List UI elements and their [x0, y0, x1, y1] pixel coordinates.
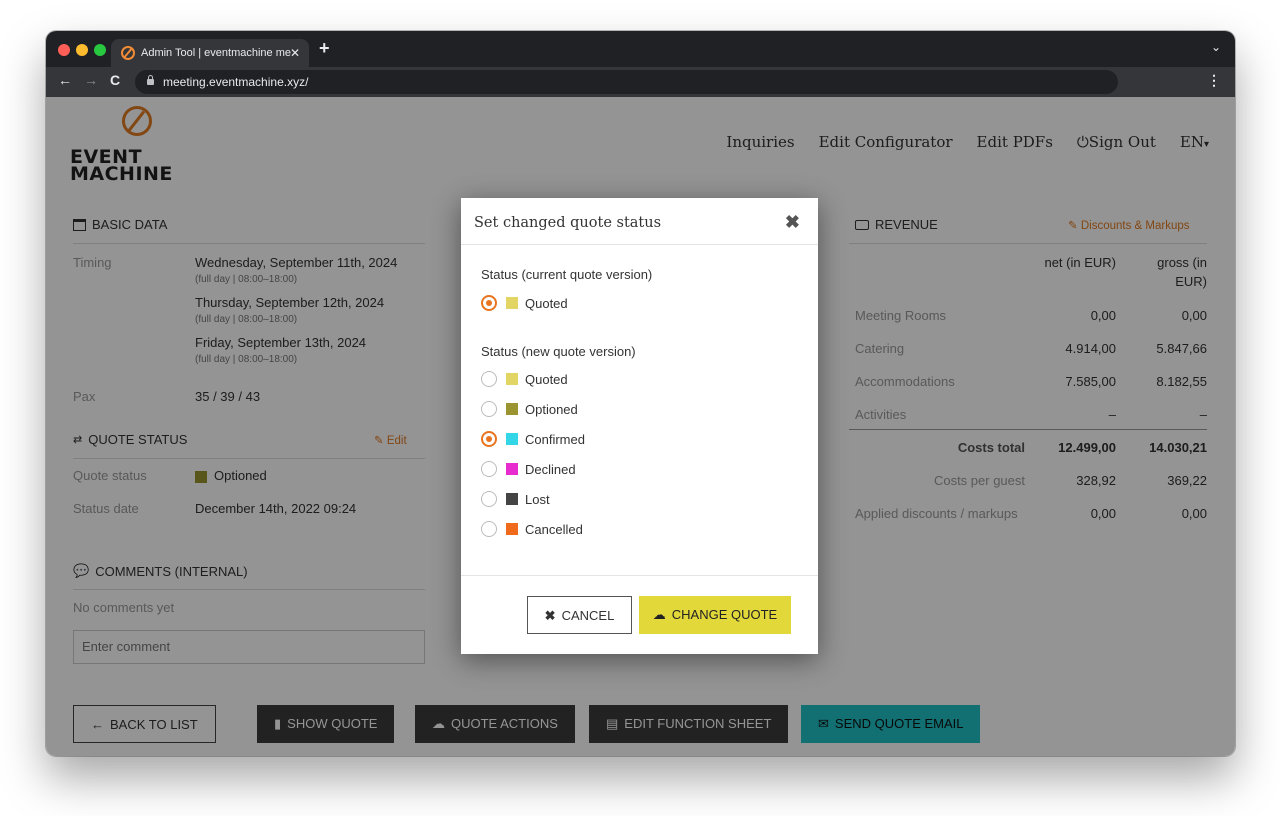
status-option-lost[interactable]: Lost [481, 489, 550, 509]
browser-tab[interactable]: Admin Tool | eventmachine me ✕ [111, 39, 309, 67]
radio-icon[interactable] [481, 461, 497, 477]
reload-icon[interactable]: C [110, 72, 120, 88]
radio-selected-icon[interactable] [481, 295, 497, 311]
browser-address-bar: ← → C meeting.eventmachine.xyz/ ⋮ [46, 67, 1235, 97]
forward-arrow-icon[interactable]: → [84, 72, 98, 88]
status-color-swatch [506, 463, 518, 475]
current-status-label: Status (current quote version) [481, 267, 653, 282]
status-option-optioned[interactable]: Optioned [481, 399, 578, 419]
back-arrow-icon[interactable]: ← [58, 72, 72, 88]
new-status-label: Status (new quote version) [481, 344, 636, 359]
change-quote-label: CHANGE QUOTE [671, 607, 778, 622]
url-input[interactable]: meeting.eventmachine.xyz/ [135, 70, 1118, 94]
lock-icon [147, 75, 154, 85]
tab-search-chevron-icon[interactable]: ⌄ [1211, 40, 1221, 54]
close-icon[interactable]: ✖ [785, 212, 800, 233]
status-option-label: Confirmed [525, 431, 585, 447]
browser-tab-bar: Admin Tool | eventmachine me ✕ + ⌄ [46, 31, 1235, 67]
page: EVENT MACHINE Inquiries Edit Configurato… [46, 97, 1235, 756]
status-option-label: Declined [525, 461, 576, 477]
radio-icon[interactable] [481, 401, 497, 417]
radio-icon[interactable] [481, 521, 497, 537]
radio-icon[interactable] [481, 371, 497, 387]
current-status-option[interactable]: Quoted [481, 293, 568, 313]
status-option-confirmed[interactable]: Confirmed [481, 429, 585, 449]
screen: Admin Tool | eventmachine me ✕ + ⌄ ← → C… [0, 0, 1280, 816]
url-text: meeting.eventmachine.xyz/ [163, 75, 309, 89]
status-color-swatch [506, 373, 518, 385]
status-color-swatch [506, 297, 518, 309]
status-option-quoted[interactable]: Quoted [481, 369, 568, 389]
status-option-label: Cancelled [525, 521, 583, 537]
status-option-label: Lost [525, 491, 550, 507]
status-option-cancelled[interactable]: Cancelled [481, 519, 583, 539]
browser-menu-icon[interactable]: ⋮ [1207, 72, 1221, 89]
status-color-swatch [506, 433, 518, 445]
status-option-label: Quoted [525, 371, 568, 387]
maximize-window-button[interactable] [94, 44, 106, 56]
status-option-declined[interactable]: Declined [481, 459, 576, 479]
change-status-modal: Set changed quote status ✖ Status (curre… [461, 198, 818, 654]
radio-icon[interactable] [481, 491, 497, 507]
cancel-button[interactable]: ✖ CANCEL [527, 596, 632, 634]
close-tab-icon[interactable]: ✕ [290, 39, 300, 67]
close-window-button[interactable] [58, 44, 70, 56]
cancel-label: CANCEL [561, 608, 615, 623]
new-tab-button[interactable]: + [319, 38, 330, 59]
close-icon: ✖ [544, 608, 556, 623]
status-color-swatch [506, 493, 518, 505]
modal-footer-divider [461, 575, 818, 576]
status-option-label: Optioned [525, 401, 578, 417]
radio-selected-icon[interactable] [481, 431, 497, 447]
modal-header-divider [461, 244, 818, 245]
minimize-window-button[interactable] [76, 44, 88, 56]
favicon-icon [121, 46, 135, 60]
current-status-option-label: Quoted [525, 295, 568, 311]
status-color-swatch [506, 523, 518, 535]
cloud-icon: ☁ [652, 607, 666, 622]
change-quote-button[interactable]: ☁ CHANGE QUOTE [639, 596, 791, 634]
browser-window: Admin Tool | eventmachine me ✕ + ⌄ ← → C… [46, 31, 1235, 756]
status-color-swatch [506, 403, 518, 415]
tab-title: Admin Tool | eventmachine me [141, 47, 292, 59]
modal-title: Set changed quote status [474, 215, 662, 231]
